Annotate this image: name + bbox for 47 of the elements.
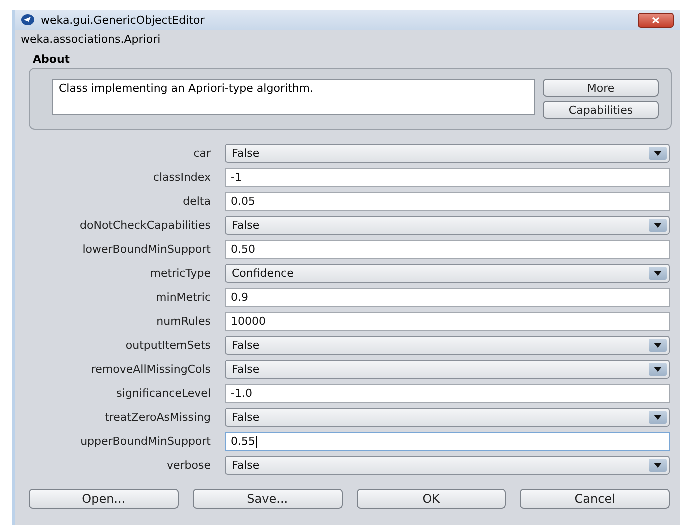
property-label: car [192,147,211,160]
dropdown-arrow-icon [654,271,662,276]
dropdown-arrow-icon [654,343,662,348]
property-label: doNotCheckCapabilities [79,219,211,232]
property-label: upperBoundMinSupport [80,435,211,448]
dropdown[interactable]: Confidence [225,264,670,283]
dropdown[interactable]: False [225,408,670,427]
property-label: lowerBoundMinSupport [82,243,211,256]
text-field[interactable]: -1.0 [225,384,670,403]
dropdown[interactable]: False [225,144,670,163]
text-field[interactable]: 0.9 [225,288,670,307]
text-field[interactable]: -1 [225,168,670,187]
text-field[interactable]: 0.05 [225,192,670,211]
dropdown-arrow-icon [654,151,662,156]
dropdown-arrow-icon [654,415,662,420]
about-button[interactable]: Capabilities [543,101,659,119]
section-title: About [32,52,72,68]
class-name: weka.associations.Apriori [20,32,162,48]
dialog-button[interactable]: OK [356,489,506,509]
property-label: delta [182,195,211,208]
dropdown-arrow-icon [654,463,662,468]
property-label: numRules [156,315,211,328]
dialog-button[interactable]: Cancel [520,489,670,509]
property-label: metricType [149,267,211,280]
about-text: Class implementing an Apriori-type algorithm. [52,79,535,115]
property-label: outputItemSets [124,339,211,352]
property-label: verbose [166,459,211,472]
dropdown[interactable]: False [225,336,670,355]
text-field[interactable]: 0.50 [225,240,670,259]
property-label: treatZeroAsMissing [104,411,211,424]
dropdown-arrow-icon [654,367,662,372]
about-button[interactable]: More [543,79,659,97]
window-title: weka.gui.GenericObjectEditor [41,14,206,26]
property-label: significanceLevel [116,387,211,400]
dialog-button[interactable]: Save... [192,489,342,509]
property-label: classIndex [152,171,211,184]
property-label: minMetric [155,291,211,304]
text-field[interactable]: 0.55 [225,432,670,451]
property-label: removeAllMissingCols [90,363,211,376]
dropdown[interactable]: False [225,216,670,235]
dialog-button[interactable]: Open... [29,489,179,509]
close-button[interactable] [638,12,674,28]
dropdown[interactable]: False [225,360,670,379]
close-icon [652,16,660,24]
dropdown-arrow-icon [654,223,662,228]
dropdown[interactable]: False [225,456,670,475]
text-field[interactable]: 10000 [225,312,670,331]
